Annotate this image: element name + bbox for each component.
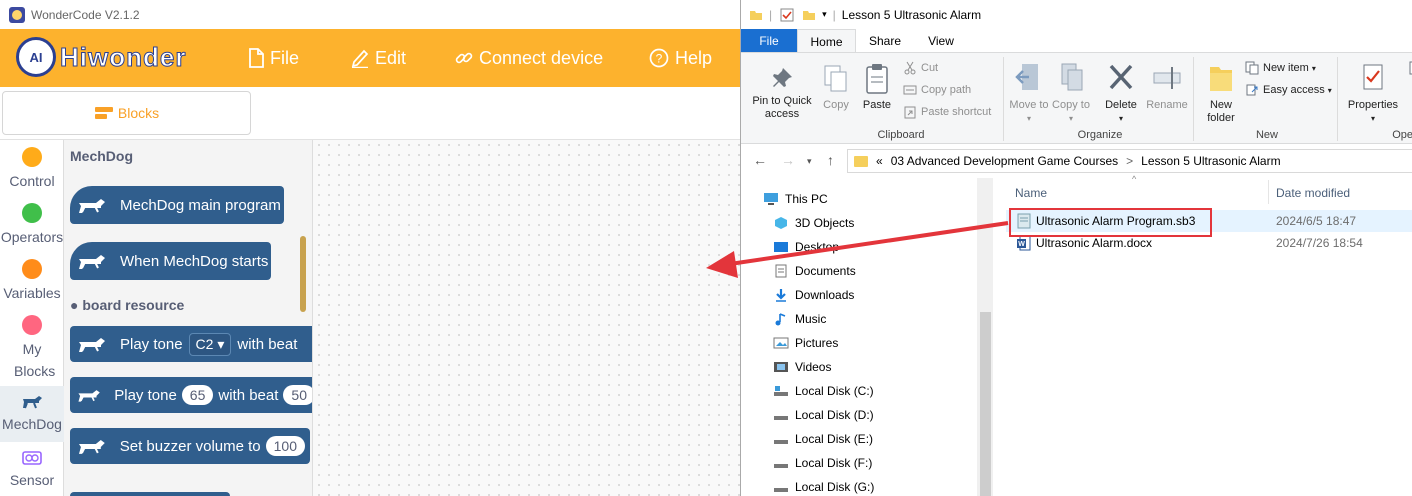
- screen: WonderCode V2.1.2 AI Hiwonder File Edit …: [0, 0, 1412, 496]
- drag-arrow-icon: [706, 221, 1009, 278]
